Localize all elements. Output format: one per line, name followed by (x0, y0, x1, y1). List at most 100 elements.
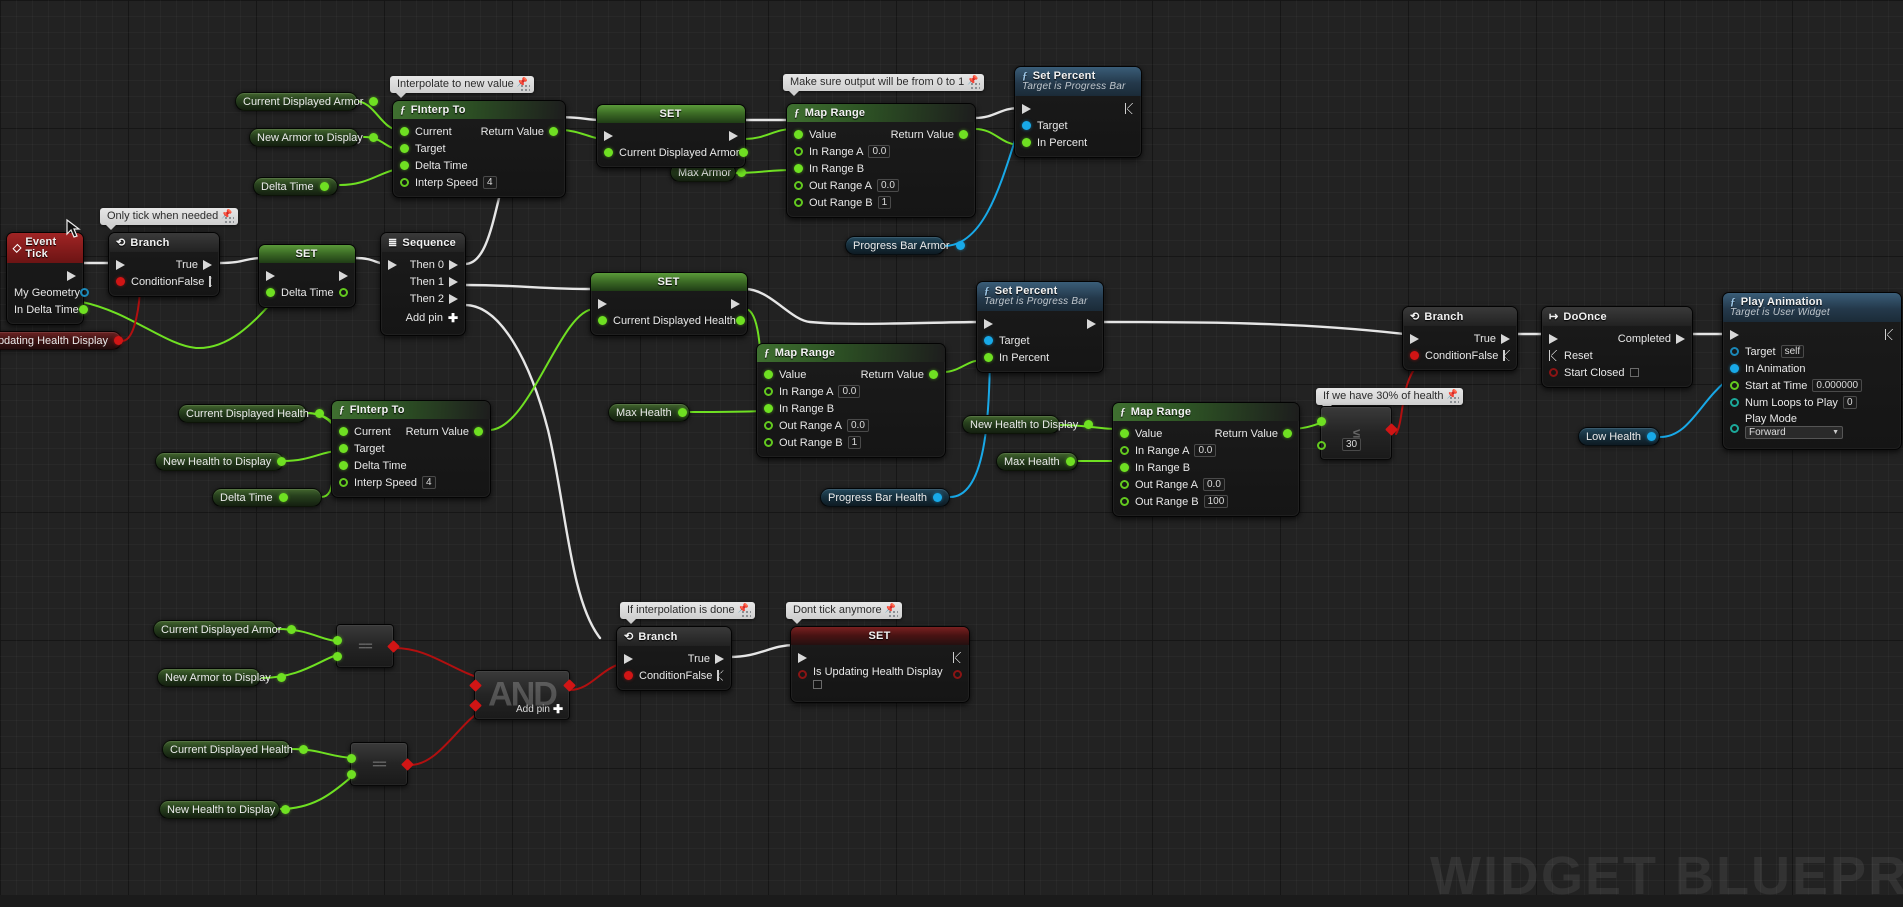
exec-output-then2-pin[interactable] (449, 293, 458, 304)
exec-output-true-pin[interactable] (203, 259, 212, 270)
pin-row-reset[interactable]: Reset (1542, 347, 1692, 364)
input-pin-in-range-a[interactable] (1120, 446, 1129, 455)
pin-row-exec[interactable]: True (617, 650, 731, 667)
pin-row-in-animation[interactable]: In Animation (1723, 360, 1901, 377)
pin-row-exec[interactable] (977, 315, 1103, 332)
exec-output-pin[interactable] (731, 298, 740, 309)
input-pin-b[interactable] (347, 770, 356, 779)
resize-handle-icon[interactable] (971, 83, 981, 89)
variable-new-health-to-display-right[interactable]: New Health to Display (962, 415, 1094, 434)
exec-output-pin[interactable] (1125, 103, 1134, 114)
comment-dont-tick-anymore[interactable]: Dont tick anymore 📌 (786, 602, 902, 624)
pin-row-play-mode[interactable]: Play Mode Forward ▼ (1723, 411, 1901, 443)
input-pin-condition[interactable] (1410, 351, 1419, 360)
exec-input-pin[interactable] (984, 318, 993, 329)
variable-current-displayed-armor[interactable]: Current Displayed Armor (235, 92, 379, 111)
node-set-percent-health[interactable]: ƒ Set Percent Target is Progress Bar Tar… (976, 281, 1104, 373)
resize-handle-icon[interactable] (741, 611, 751, 617)
pin-row-current[interactable]: Current Return Value (393, 123, 565, 140)
resize-handle-icon[interactable] (888, 611, 898, 617)
output-pin[interactable] (281, 805, 291, 814)
input-pin-delta-time[interactable] (339, 461, 348, 470)
output-pin-return-value[interactable] (959, 130, 968, 139)
play-mode-dropdown[interactable]: Forward ▼ (1745, 426, 1843, 439)
plus-icon[interactable]: ✚ (448, 311, 458, 325)
input-pin-out-range-b[interactable] (764, 438, 773, 447)
input-pin-current-displayed-health[interactable] (598, 316, 607, 325)
pin-row-delta-time[interactable]: Delta Time (259, 284, 355, 301)
in-range-a-input[interactable]: 0.0 (1194, 444, 1217, 457)
out-range-a-input[interactable]: 0.0 (877, 179, 899, 192)
out-range-b-input[interactable]: 100 (1203, 495, 1229, 508)
compare-value-input[interactable]: 30 (1342, 438, 1362, 451)
add-pin-control[interactable]: Add pin ✚ (516, 702, 563, 716)
output-pin-result[interactable] (401, 758, 414, 771)
node-do-once[interactable]: ↦ DoOnce Completed Reset Start Closed (1541, 306, 1693, 388)
pin-row-in-percent[interactable]: In Percent (977, 349, 1103, 366)
input-pin-interp-speed[interactable] (339, 478, 348, 487)
start-closed-checkbox[interactable] (1629, 368, 1639, 377)
add-pin-row[interactable]: Add pin ✚ (381, 307, 465, 329)
input-pin-b[interactable] (333, 652, 342, 661)
blueprint-graph-canvas[interactable]: Only tick when needed 📌 Interpolate to n… (0, 0, 1903, 906)
exec-input-pin[interactable] (388, 259, 397, 270)
output-pin[interactable] (276, 673, 286, 682)
pin-row-start-at-time[interactable]: Start at Time 0.000000 (1723, 377, 1901, 394)
node-equal-armor[interactable]: == (333, 624, 400, 668)
comment-30-percent-health[interactable]: If we have 30% of health 📌 (1316, 388, 1464, 410)
input-pin-value[interactable] (794, 130, 803, 139)
input-pin-in-range-b[interactable] (764, 404, 773, 413)
output-pin-is-updating-health-display[interactable] (953, 670, 962, 679)
exec-output-false-pin[interactable] (209, 276, 212, 287)
input-pin-target[interactable] (984, 336, 993, 345)
pin-row-exec[interactable] (1723, 326, 1901, 343)
input-pin-start-at-time[interactable] (1730, 381, 1739, 390)
exec-output-false-pin[interactable] (717, 670, 724, 681)
variable-low-health[interactable]: Low Health (1578, 427, 1660, 446)
interp-speed-input[interactable]: 4 (422, 476, 436, 489)
num-loops-input[interactable]: 0 (1842, 396, 1857, 409)
variable-delta-time-armor[interactable]: Delta Time (253, 177, 338, 196)
variable-current-displayed-armor-bottom[interactable]: Current Displayed Armor (153, 620, 297, 639)
interp-speed-input[interactable]: 4 (483, 176, 497, 189)
output-pin-current-displayed-health[interactable] (735, 316, 745, 325)
exec-output-pin[interactable] (67, 270, 76, 281)
node-branch-tick[interactable]: ⟲ Branch True Condition False (108, 232, 220, 297)
node-set-is-updating-health-display[interactable]: SET Is Updating Health Display (790, 626, 970, 703)
pin-row-delta-time[interactable]: Delta Time (332, 457, 490, 474)
exec-input-pin[interactable] (624, 653, 633, 664)
output-pin-current-displayed-armor[interactable] (739, 148, 749, 157)
input-pin-num-loops[interactable] (1730, 398, 1739, 407)
exec-input-pin[interactable] (266, 270, 275, 281)
input-pin-in-percent[interactable] (1022, 138, 1031, 147)
output-pin[interactable] (287, 625, 297, 634)
input-pin-a[interactable] (469, 679, 482, 692)
variable-new-armor-to-display-bottom[interactable]: New Armor to Display (157, 668, 286, 687)
pin-row-value[interactable]: Value Return Value (787, 126, 975, 143)
pin-row-exec[interactable]: True (109, 256, 219, 273)
is-updating-health-display-checkbox[interactable] (813, 680, 822, 689)
input-pin-b[interactable] (469, 699, 482, 712)
exec-input-pin[interactable] (116, 259, 125, 270)
node-finterp-to-armor[interactable]: ƒ FInterp To Current Return Value Target… (392, 100, 566, 198)
input-pin-target[interactable] (339, 444, 348, 453)
node-boolean-and[interactable]: AND Add pin ✚ (469, 670, 576, 720)
variable-current-displayed-health[interactable]: Current Displayed Health (178, 404, 324, 423)
exec-input-pin[interactable] (1549, 333, 1558, 344)
node-set-current-displayed-armor[interactable]: SET Current Displayed Armor (596, 104, 749, 168)
target-value-input[interactable]: self (1780, 345, 1805, 358)
input-pin-out-range-a[interactable] (1120, 480, 1129, 489)
resize-handle-icon[interactable] (225, 217, 235, 223)
node-set-percent-armor[interactable]: ƒ Set Percent Target is Progress Bar Tar… (1014, 66, 1142, 158)
pin-row-variable[interactable]: Current Displayed Health (591, 312, 747, 329)
pin-row-exec[interactable] (791, 649, 969, 666)
output-pin-my-geometry[interactable] (80, 288, 90, 297)
output-pin[interactable] (955, 241, 965, 250)
input-pin-a[interactable] (1317, 417, 1326, 426)
node-finterp-to-health[interactable]: ƒ FInterp To Current Return Value Target… (331, 400, 491, 498)
input-pin-start-closed[interactable] (1549, 368, 1558, 377)
pin-row-then1[interactable]: Then 1 (381, 273, 465, 290)
pin-row-in-range-a[interactable]: In Range A 0.0 (757, 383, 945, 400)
pin-row-exec[interactable]: True (1403, 330, 1517, 347)
output-pin-return-value[interactable] (474, 427, 483, 436)
